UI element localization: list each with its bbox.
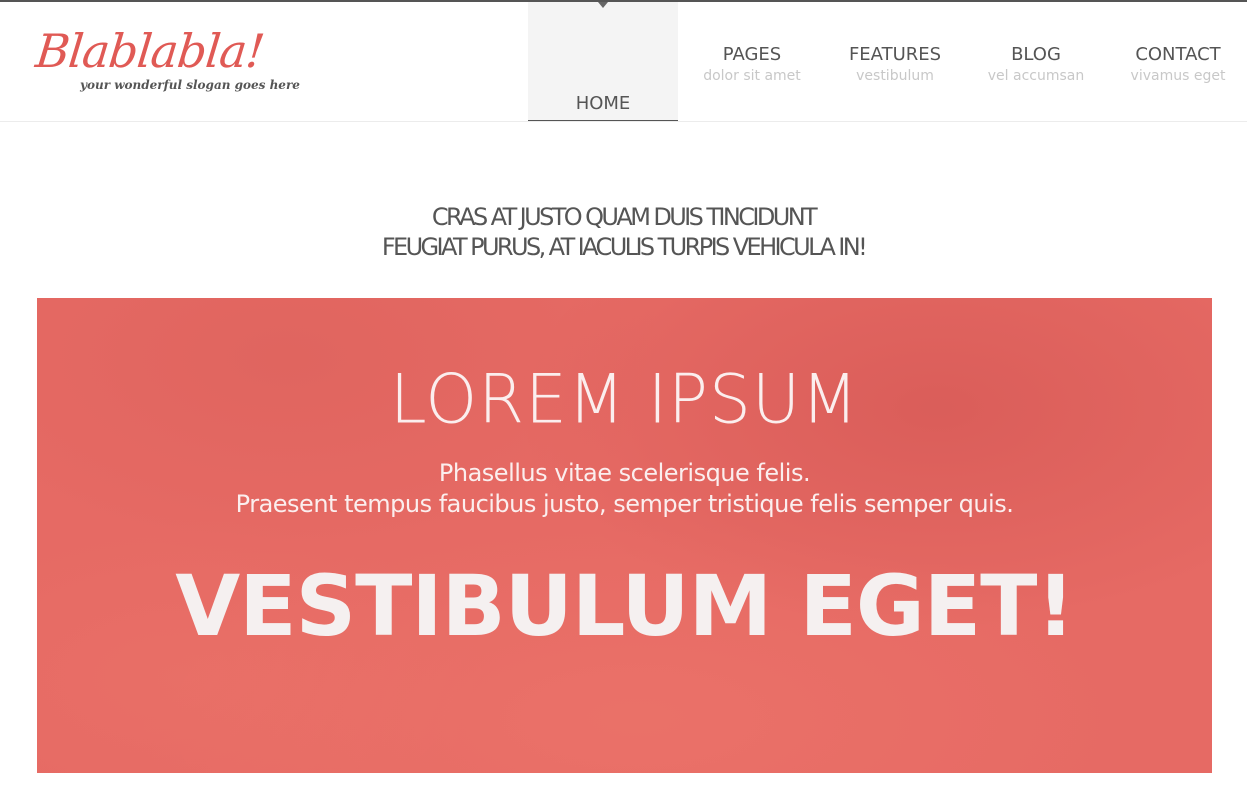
nav-item-pages[interactable]: PAGES dolor sit amet bbox=[688, 2, 816, 121]
nav-item-blog-label: BLOG bbox=[1011, 44, 1061, 65]
site-header: Blablabla! your wonderful slogan goes he… bbox=[0, 2, 1247, 122]
hero-callout: VESTIBULUM EGET! bbox=[175, 557, 1075, 655]
nav-item-contact[interactable]: CONTACT vivamus eget bbox=[1114, 2, 1242, 121]
hero-subtitle-line-2: Praesent tempus faucibus justo, semper t… bbox=[235, 490, 1014, 518]
nav-item-home[interactable]: HOME bbox=[528, 2, 678, 121]
hero-subtitle-line-1: Phasellus vitae scelerisque felis. bbox=[438, 459, 811, 487]
hero-title-text: LOREM IPSUM bbox=[389, 360, 860, 439]
nav-item-features-label: FEATURES bbox=[848, 44, 942, 65]
nav-item-contact-label: CONTACT bbox=[1135, 44, 1221, 65]
nav-item-blog-subtitle: vel accumsan bbox=[987, 68, 1085, 84]
main-navigation: HOME PAGES dolor sit amet FEATURES vesti… bbox=[0, 2, 1247, 121]
hero-subtitle: Phasellus vitae scelerisque felis. Praes… bbox=[37, 458, 1212, 520]
nav-item-features[interactable]: FEATURES vestibulum bbox=[830, 2, 960, 121]
nav-item-blog[interactable]: BLOG vel accumsan bbox=[972, 2, 1100, 121]
hero-title: LOREM IPSUM bbox=[37, 360, 1212, 440]
hero-banner: LOREM IPSUM Phasellus vitae scelerisque … bbox=[37, 298, 1212, 773]
nav-item-home-label: HOME bbox=[575, 93, 631, 114]
page-tagline: CRAS AT JUSTO QUAM DUIS TINCIDUNT FEUGIA… bbox=[0, 202, 1247, 262]
tagline-line-1: CRAS AT JUSTO QUAM DUIS TINCIDUNT bbox=[431, 203, 818, 231]
nav-item-features-subtitle: vestibulum bbox=[856, 68, 934, 84]
nav-item-pages-label: PAGES bbox=[722, 44, 782, 65]
nav-item-pages-subtitle: dolor sit amet bbox=[703, 68, 801, 84]
nav-item-contact-subtitle: vivamus eget bbox=[1130, 68, 1226, 84]
active-indicator-caret-icon bbox=[598, 2, 608, 8]
tagline-line-2: FEUGIAT PURUS, AT IACULIS TURPIS VEHICUL… bbox=[381, 233, 868, 261]
